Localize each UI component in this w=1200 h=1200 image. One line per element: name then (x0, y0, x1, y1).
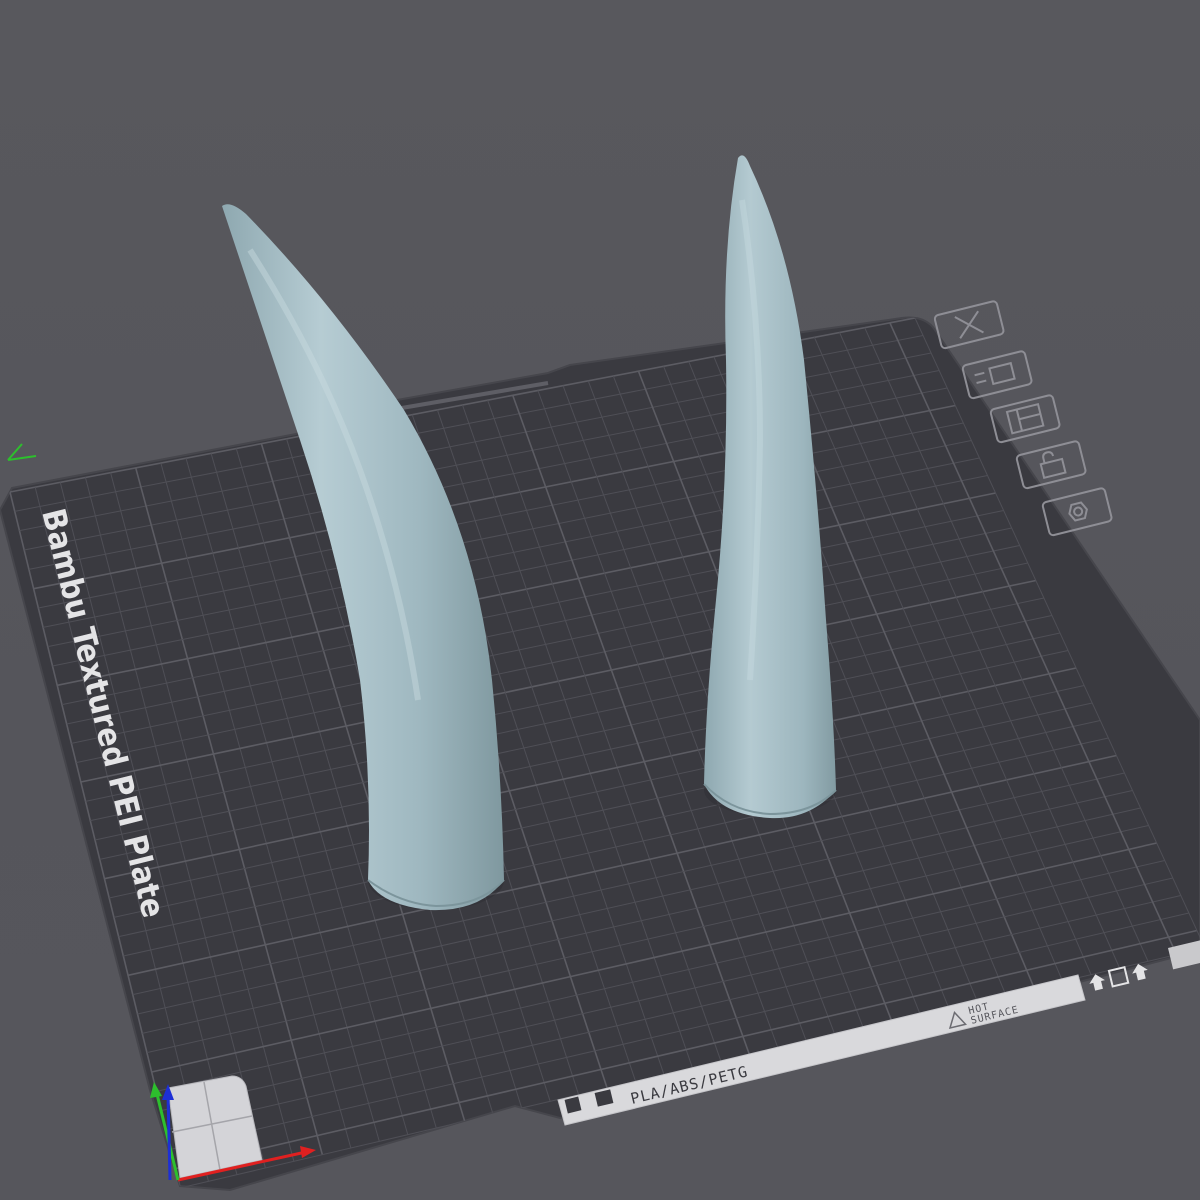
layout-icon (1005, 402, 1045, 435)
close-icon (954, 310, 984, 339)
scene-canvas[interactable]: Bambu Textured PEI Plate PLA/ABS/PETG HO… (0, 0, 1200, 1200)
build-plate[interactable] (0, 316, 1200, 1192)
measure-marker-icon (7, 443, 37, 461)
delete-plate-button[interactable] (933, 300, 1005, 350)
gear-icon (1068, 501, 1088, 522)
lock-icon (1039, 451, 1067, 480)
z-axis (166, 1093, 172, 1181)
3d-viewport[interactable]: Bambu Textured PEI Plate PLA/ABS/PETG HO… (0, 0, 1200, 1200)
arrange-icon (974, 361, 1016, 386)
